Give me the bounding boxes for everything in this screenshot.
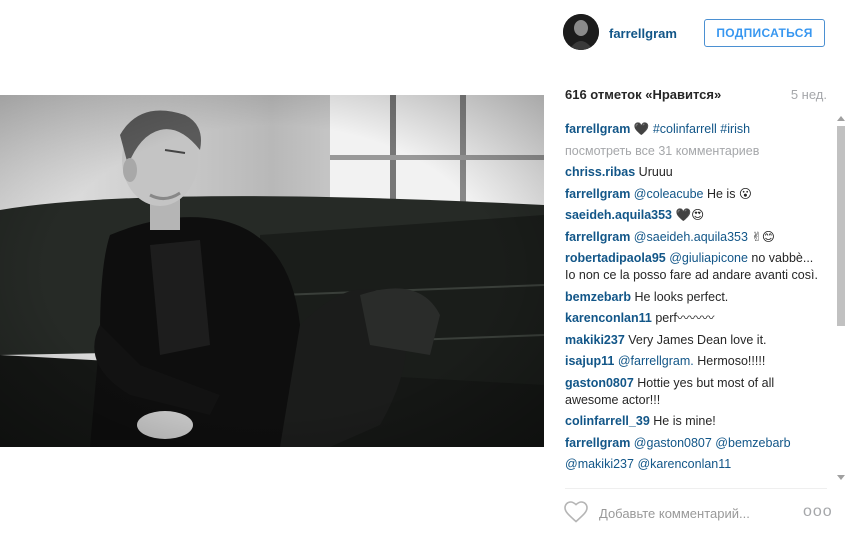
follow-button[interactable]: ПОДПИСАТЬСЯ bbox=[704, 19, 825, 47]
avatar-image bbox=[563, 14, 599, 50]
comment-username[interactable]: farrellgram bbox=[565, 230, 630, 244]
comment-mention[interactable]: @saeideh.aquila353 bbox=[634, 230, 748, 244]
caption-emoji: 🖤 bbox=[633, 122, 650, 136]
comment-item: @makiki237 @karenconlan11 bbox=[565, 456, 827, 473]
scroll-down-arrow-icon[interactable] bbox=[837, 475, 845, 480]
comment-text: Very James Dean love it. bbox=[628, 332, 767, 347]
comment-username[interactable]: robertadipaola95 bbox=[565, 251, 666, 265]
comment-item: robertadipaola95 @giuliapicone no vabbè.… bbox=[565, 250, 827, 284]
comment-item: chriss.ribas Uruuu bbox=[565, 164, 827, 181]
post-photo[interactable] bbox=[0, 95, 544, 447]
comment-item: makiki237 Very James Dean love it. bbox=[565, 332, 827, 349]
comment-mention[interactable]: @gaston0807 @bemzebarb bbox=[634, 436, 791, 450]
scroll-up-arrow-icon[interactable] bbox=[837, 116, 845, 121]
scrollbar-thumb[interactable] bbox=[837, 126, 845, 326]
post-sidebar: farrellgram ПОДПИСАТЬСЯ 616 отметок «Нра… bbox=[547, 0, 847, 543]
comment-item: karenconlan11 perf〰〰〰 bbox=[565, 310, 827, 327]
caption-username[interactable]: farrellgram bbox=[565, 122, 630, 136]
comment-item: gaston0807 Hottie yes but most of all aw… bbox=[565, 375, 827, 409]
comment-text: He is mine! bbox=[653, 414, 716, 428]
footer-divider bbox=[565, 488, 827, 489]
comment-mention[interactable]: @coleacube bbox=[634, 187, 704, 201]
comment-username[interactable]: makiki237 bbox=[565, 333, 625, 347]
comment-username[interactable]: gaston0807 bbox=[565, 376, 634, 390]
header-username-link[interactable]: farrellgram bbox=[609, 26, 677, 41]
comment-mention[interactable]: @makiki237 bbox=[565, 457, 634, 471]
comment-username[interactable]: isajup11 bbox=[565, 354, 614, 368]
comment-text: perf〰〰〰 bbox=[655, 311, 715, 325]
comment-username[interactable]: farrellgram bbox=[565, 436, 630, 450]
comment-text: Uruuu bbox=[638, 165, 673, 179]
avatar[interactable] bbox=[563, 14, 599, 50]
post-age[interactable]: 5 нед. bbox=[791, 87, 827, 102]
comment-text: Hermoso!!!!! bbox=[697, 354, 766, 368]
comment-text: He is 😮 bbox=[706, 186, 752, 201]
more-dots-icon[interactable]: ooo bbox=[803, 503, 832, 521]
post-photo-area bbox=[0, 0, 547, 543]
comment-item: farrellgram @coleacube He is 😮 bbox=[565, 186, 827, 203]
photo-image bbox=[0, 95, 544, 447]
comments-scrollbar[interactable] bbox=[836, 114, 846, 482]
caption: farrellgram 🖤 #colinfarrell #irish bbox=[565, 121, 827, 138]
comment-item: colinfarrell_39 He is mine! bbox=[565, 413, 827, 430]
comment-username[interactable]: karenconlan11 bbox=[565, 311, 652, 325]
comment-item: bemzebarb He looks perfect. bbox=[565, 289, 827, 306]
post-footer: ooo bbox=[563, 498, 833, 528]
post-meta: 616 отметок «Нравится» 5 нед. bbox=[565, 87, 827, 105]
comment-mention[interactable]: @karenconlan11 bbox=[637, 457, 731, 471]
view-all-comments-link[interactable]: посмотреть все 31 комментариев bbox=[565, 143, 827, 160]
comment-username[interactable]: farrellgram bbox=[565, 187, 630, 201]
comment-item: farrellgram @gaston0807 @bemzebarb bbox=[565, 435, 827, 452]
comment-text: He looks perfect. bbox=[634, 289, 729, 304]
heart-outline-icon[interactable] bbox=[563, 500, 589, 524]
caption-hashtags[interactable]: #colinfarrell #irish bbox=[653, 122, 750, 136]
comment-username[interactable]: chriss.ribas bbox=[565, 165, 635, 179]
post-header: farrellgram ПОДПИСАТЬСЯ bbox=[563, 14, 843, 54]
comment-text: 🖤😍 bbox=[675, 208, 705, 222]
comment-mention[interactable]: @farrellgram. bbox=[618, 354, 694, 368]
comment-item: saeideh.aquila353 🖤😍 bbox=[565, 207, 827, 224]
comment-mention[interactable]: @giuliapicone bbox=[669, 251, 748, 265]
comment-item: isajup11 @farrellgram. Hermoso!!!!! bbox=[565, 353, 827, 370]
comment-username[interactable]: saeideh.aquila353 bbox=[565, 208, 672, 222]
add-comment-input[interactable] bbox=[599, 503, 789, 523]
comment-username[interactable]: bemzebarb bbox=[565, 290, 631, 304]
comment-text: ✌😊 bbox=[751, 229, 775, 244]
comment-item: farrellgram @saeideh.aquila353 ✌😊 bbox=[565, 229, 827, 246]
likes-count[interactable]: 616 отметок «Нравится» bbox=[565, 87, 721, 102]
comment-username[interactable]: colinfarrell_39 bbox=[565, 414, 650, 428]
comments-list: farrellgram 🖤 #colinfarrell #irish посмо… bbox=[565, 121, 827, 481]
